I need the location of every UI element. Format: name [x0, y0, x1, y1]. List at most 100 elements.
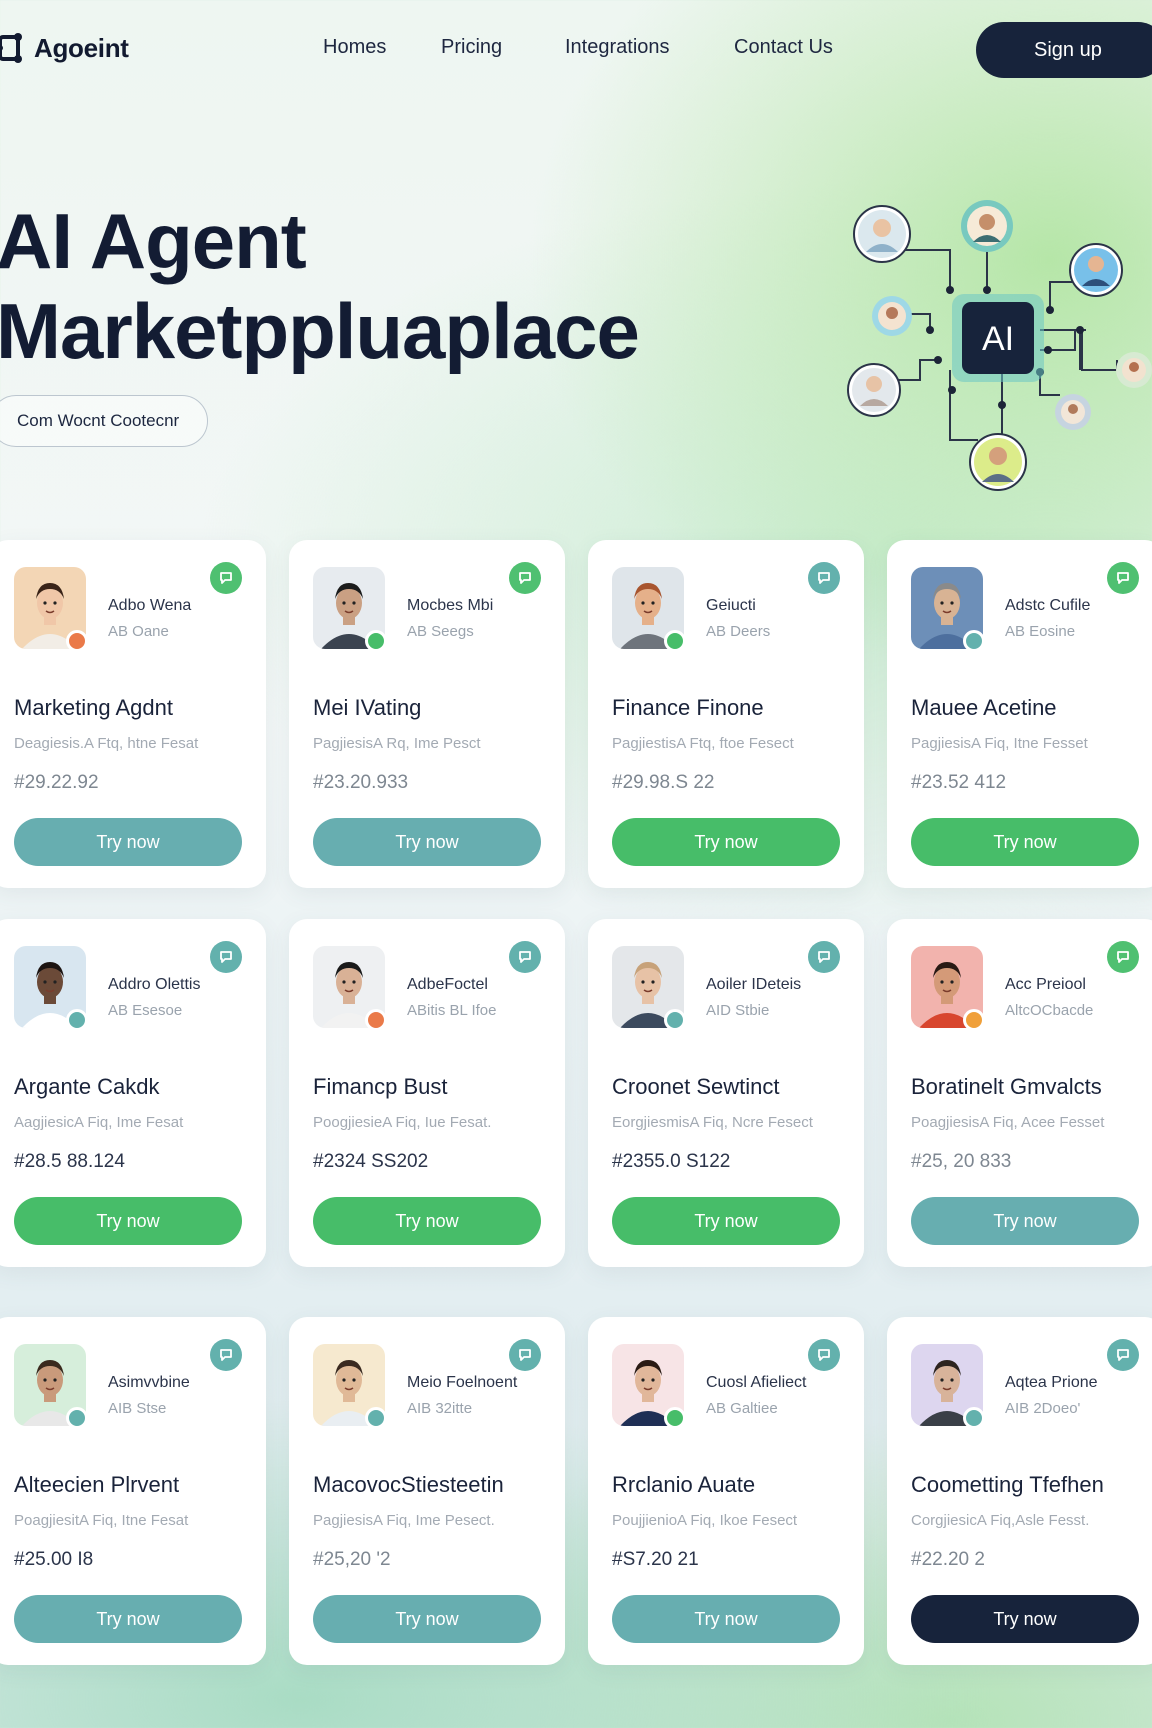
status-dot-icon: [66, 1009, 88, 1031]
agent-meta-name: Mocbes Mbi: [407, 597, 494, 614]
agent-meta-name: Cuosl Afieliect: [706, 1374, 807, 1391]
agent-meta-sub: AB Galtiee: [706, 1400, 778, 1417]
agent-title: Rrclanio Auate: [612, 1472, 756, 1497]
agent-meta-name: Acc Preiool: [1005, 976, 1086, 993]
agent-meta-sub: AB Deers: [706, 623, 771, 640]
agent-meta-name: Meio Foelnoent: [407, 1374, 518, 1391]
agent-title: Boratinelt Gmvalcts: [911, 1074, 1102, 1099]
chat-icon[interactable]: [509, 1339, 541, 1371]
agent-meta-sub: AIB 32itte: [407, 1400, 473, 1417]
agent-meta-sub: AB Seegs: [407, 623, 474, 640]
agent-card[interactable]: Meio Foelnoent AIB 32itte MacovocStieste…: [289, 1317, 565, 1665]
hero-title-line-2: Marketppluaplace: [0, 287, 640, 375]
agent-card[interactable]: Aqtea Prione AIB 2Doeo' Coometting Tfefh…: [887, 1317, 1152, 1665]
agent-meta-sub: AB Eosine: [1005, 623, 1076, 640]
brand-logo[interactable]: Agoeint: [0, 31, 129, 65]
agent-meta-sub: AB Esesoe: [108, 1002, 183, 1019]
agent-card[interactable]: Cuosl Afieliect AB Galtiee Rrclanio Auat…: [588, 1317, 864, 1665]
try-now-button[interactable]: Try now: [14, 1595, 242, 1643]
try-now-button[interactable]: Try now: [911, 1197, 1139, 1245]
chat-icon[interactable]: [1107, 941, 1139, 973]
agent-card[interactable]: AdbeFoctel ABitis BL Ifoe Fimancp Bust P…: [289, 919, 565, 1267]
agent-title: Finance Finone: [612, 695, 764, 720]
agent-card[interactable]: Adbo Wena AB Oane Marketing Agdnt Deagie…: [0, 540, 266, 888]
agent-price: #2324 SS202: [313, 1151, 429, 1172]
agent-title: Coometting Tfefhen: [911, 1472, 1104, 1497]
try-now-button[interactable]: Try now: [911, 818, 1139, 866]
ai-chip-label: AI: [982, 320, 1014, 358]
agent-title: Mauee Acetine: [911, 695, 1057, 720]
chat-icon[interactable]: [210, 1339, 242, 1371]
chat-icon[interactable]: [1107, 562, 1139, 594]
agent-description: PagjiesisA Fiq, Ime Pesect.: [313, 1512, 495, 1529]
chat-icon[interactable]: [509, 941, 541, 973]
agent-price: #25.00 I8: [14, 1549, 94, 1570]
chat-icon[interactable]: [808, 562, 840, 594]
chat-icon[interactable]: [210, 941, 242, 973]
signup-button[interactable]: Sign up: [976, 22, 1152, 78]
agent-meta-name: Asimvvbine: [108, 1374, 190, 1391]
agent-title: Marketing Agdnt: [14, 695, 173, 720]
agent-meta-sub: AIB Stse: [108, 1400, 167, 1417]
hero-title-line-1: AI Agent: [0, 197, 307, 285]
agent-price: #22.20 2: [911, 1549, 985, 1570]
hero-pill-button[interactable]: Com Wocnt Cootecnr: [0, 395, 208, 447]
agent-card[interactable]: Acc Preiool AltcOCbacde Boratinelt Gmval…: [887, 919, 1152, 1267]
nav-link-integrations[interactable]: Integrations: [565, 36, 670, 59]
status-dot-icon: [66, 630, 88, 652]
agent-title: Fimancp Bust: [313, 1074, 448, 1099]
try-now-button[interactable]: Try now: [612, 1197, 840, 1245]
hero-title: AI Agent Marketppluaplace: [0, 196, 640, 376]
logo-icon: [0, 31, 24, 65]
agent-card[interactable]: Geiucti AB Deers Finance Finone Pagjiest…: [588, 540, 864, 888]
chat-icon[interactable]: [1107, 1339, 1139, 1371]
agent-card[interactable]: Asimvvbine AIB Stse Alteecien Plrvent Po…: [0, 1317, 266, 1665]
try-now-button[interactable]: Try now: [14, 818, 242, 866]
agent-price: #23.52 412: [911, 772, 1007, 793]
nav-link-contact-us[interactable]: Contact Us: [734, 36, 833, 59]
try-now-button[interactable]: Try now: [911, 1595, 1139, 1643]
agent-description: PagjiestisA Ftq, ftoe Fesect: [612, 735, 794, 752]
chat-icon[interactable]: [210, 562, 242, 594]
agent-description: PoogjiesieA Fiq, Iue Fesat.: [313, 1114, 492, 1131]
agent-description: Deagiesis.A Ftq, htne Fesat: [14, 735, 199, 752]
chat-icon[interactable]: [509, 562, 541, 594]
agent-price: #25, 20 833: [911, 1151, 1012, 1172]
try-now-button[interactable]: Try now: [313, 1197, 541, 1245]
agent-price: #23.20.933: [313, 772, 409, 793]
try-now-button[interactable]: Try now: [313, 818, 541, 866]
status-dot-icon: [365, 1009, 387, 1031]
try-now-button[interactable]: Try now: [313, 1595, 541, 1643]
agent-meta-sub: AID Stbie: [706, 1002, 770, 1019]
agent-meta-sub: ABitis BL Ifoe: [407, 1002, 497, 1019]
try-now-button[interactable]: Try now: [612, 1595, 840, 1643]
chat-icon[interactable]: [808, 1339, 840, 1371]
agent-card[interactable]: Addro Olettis AB Esesoe Argante Cakdk Aa…: [0, 919, 266, 1267]
agent-price: #28.5 88.124: [14, 1151, 125, 1172]
agent-meta-name: Geiucti: [706, 597, 756, 614]
try-now-button[interactable]: Try now: [612, 818, 840, 866]
nav-link-homes[interactable]: Homes: [323, 36, 386, 59]
agent-card[interactable]: Adstc Cufile AB Eosine Mauee Acetine Pag…: [887, 540, 1152, 888]
agent-card[interactable]: Mocbes Mbi AB Seegs Mei IVating Pagjiesi…: [289, 540, 565, 888]
agent-price: #S7.20 21: [612, 1549, 699, 1570]
nav-link-pricing[interactable]: Pricing: [441, 36, 502, 59]
agent-meta-sub: AIB 2Doeo': [1005, 1400, 1081, 1417]
agent-title: Mei IVating: [313, 695, 422, 720]
agent-price: #2355.0 S122: [612, 1151, 731, 1172]
status-dot-icon: [963, 630, 985, 652]
agent-card[interactable]: Aoiler IDeteis AID Stbie Croonet Sewtinc…: [588, 919, 864, 1267]
agent-description: AagjiesicA Fiq, Ime Fesat: [14, 1114, 184, 1131]
agent-description: PoagjiesitA Fiq, Itne Fesat: [14, 1512, 189, 1529]
agent-meta-name: Addro Olettis: [108, 976, 201, 993]
agent-meta-name: Adstc Cufile: [1005, 597, 1091, 614]
agent-meta-sub: AltcOCbacde: [1005, 1002, 1094, 1019]
top-navigation: Agoeint Homes Pricing Integrations Conta…: [0, 0, 1152, 98]
status-dot-icon: [365, 630, 387, 652]
try-now-button[interactable]: Try now: [14, 1197, 242, 1245]
agent-meta-name: Aoiler IDeteis: [706, 976, 802, 993]
status-dot-icon: [365, 1407, 387, 1429]
status-dot-icon: [66, 1407, 88, 1429]
chat-icon[interactable]: [808, 941, 840, 973]
status-dot-icon: [963, 1009, 985, 1031]
